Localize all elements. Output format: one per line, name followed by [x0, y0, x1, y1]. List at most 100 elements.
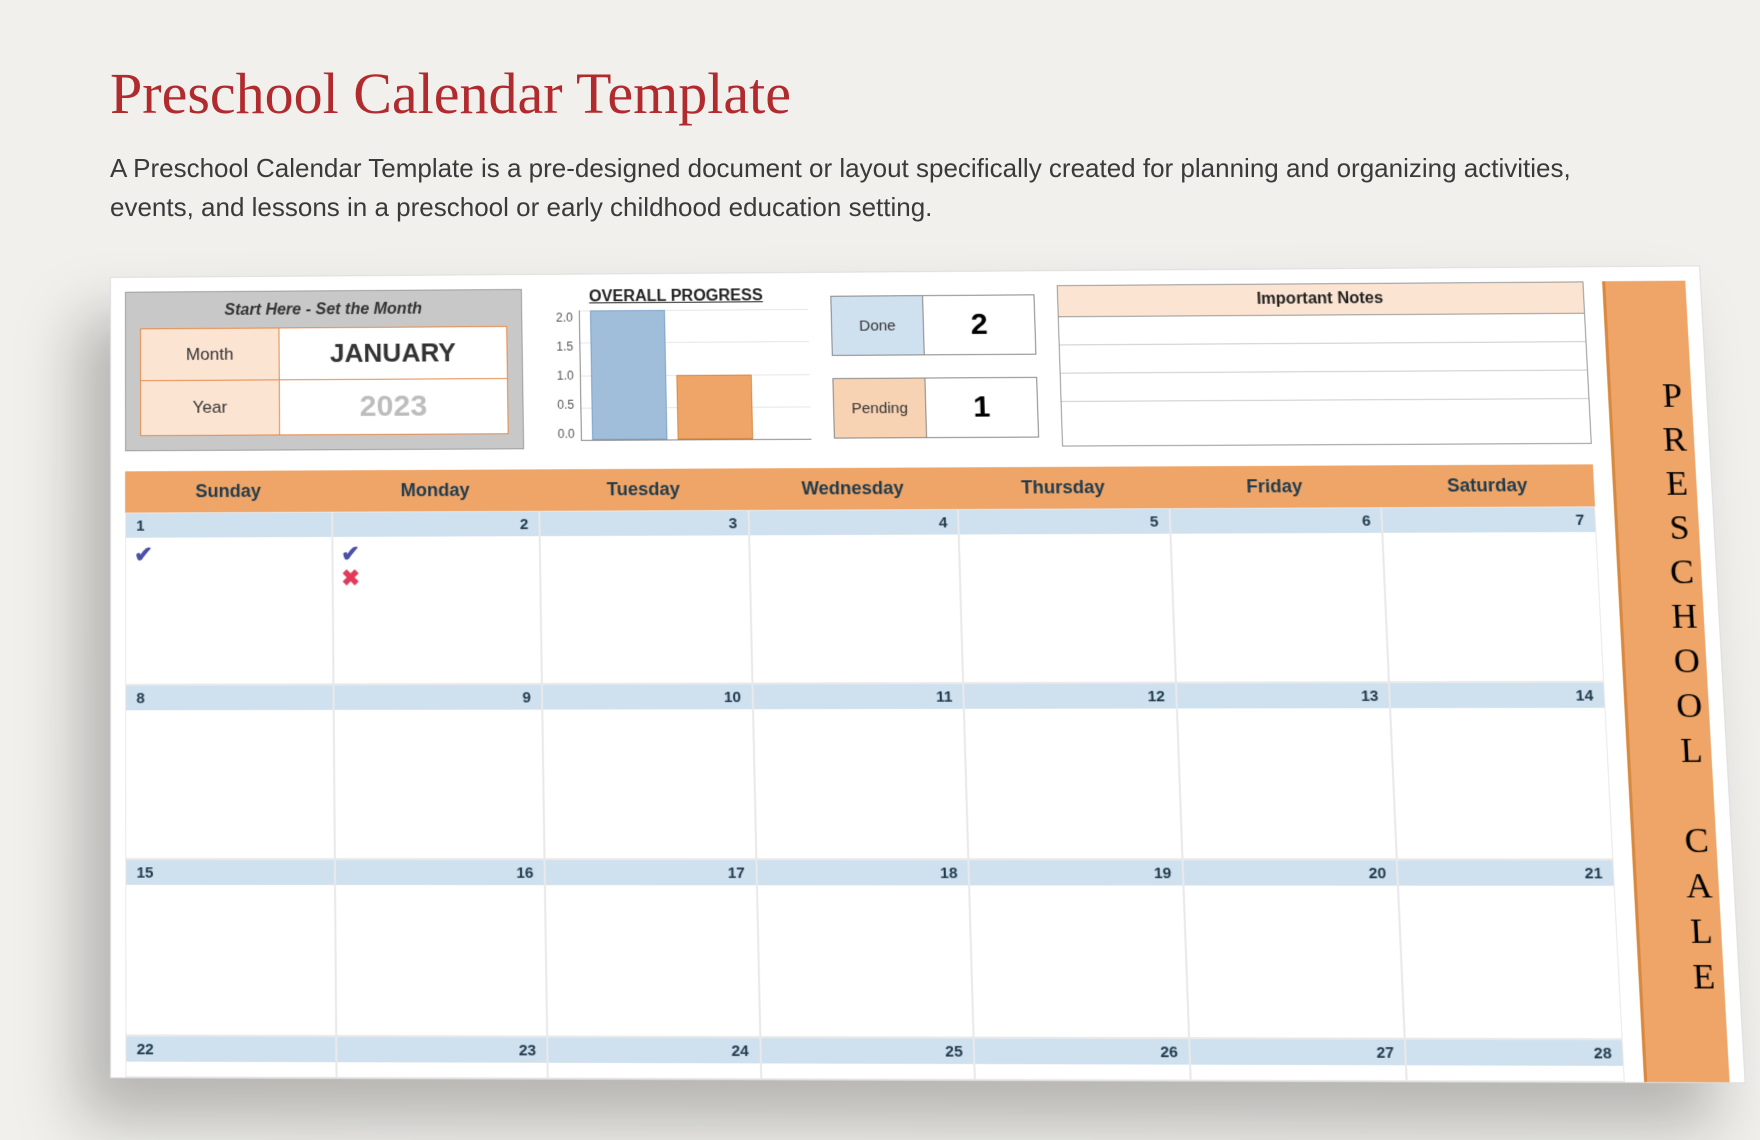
day-number: 26 — [975, 1039, 1189, 1065]
day-body — [336, 885, 545, 898]
day-number: 13 — [1177, 683, 1390, 708]
calendar-day[interactable]: 28 — [1405, 1039, 1625, 1082]
calendar-day[interactable]: 10 — [542, 684, 756, 860]
note-line[interactable] — [1062, 399, 1590, 430]
day-number: 17 — [546, 860, 756, 885]
year-value[interactable]: 2023 — [280, 379, 508, 434]
day-header-mon: Monday — [331, 469, 539, 511]
day-body — [1184, 885, 1398, 898]
note-line[interactable] — [1060, 342, 1587, 374]
day-header-sat: Saturday — [1380, 464, 1595, 507]
calendar-day[interactable]: 14 — [1389, 682, 1613, 860]
day-number: 5 — [959, 509, 1169, 534]
day-number: 4 — [749, 510, 958, 535]
day-body — [750, 535, 958, 548]
calendar-day[interactable]: 5 — [958, 508, 1176, 683]
stat-done-value: 2 — [923, 295, 1035, 354]
day-number: 20 — [1183, 860, 1397, 885]
stat-pending-label: Pending — [833, 379, 927, 438]
calendar-day[interactable]: 15 — [125, 859, 335, 1036]
progress-chart: OVERALL PROGRESS 2.0 1.5 1.0 0.5 0.0 — [544, 287, 812, 449]
stat-done: Done 2 — [830, 294, 1036, 356]
day-body — [1178, 708, 1390, 721]
calendar-day[interactable]: 6 — [1169, 507, 1389, 682]
day-number: 11 — [753, 684, 963, 709]
stat-done-label: Done — [831, 296, 924, 355]
day-number: 2 — [333, 512, 539, 537]
calendar-day[interactable]: 25 — [760, 1037, 975, 1080]
calendar-day[interactable]: 17 — [545, 859, 760, 1037]
day-number: 18 — [757, 860, 968, 885]
calendar-header: Sunday Monday Tuesday Wednesday Thursday… — [125, 464, 1595, 512]
calendar-day[interactable]: 13 — [1176, 682, 1397, 859]
calendar-day[interactable]: 3 — [539, 510, 752, 684]
month-label: Month — [141, 328, 280, 381]
calendar-day[interactable]: 24 — [547, 1037, 761, 1080]
calendar-day[interactable]: 7 — [1382, 506, 1604, 682]
day-body — [1392, 708, 1605, 721]
day-number: 19 — [970, 860, 1183, 885]
calendar-day[interactable]: 23 — [336, 1036, 548, 1079]
day-number: 24 — [548, 1038, 759, 1064]
day-body — [1399, 886, 1614, 899]
calendar-week: 891011121314 — [125, 682, 1613, 860]
day-body — [546, 885, 756, 898]
stat-pending-value: 1 — [925, 378, 1038, 437]
stat-pending: Pending 1 — [832, 377, 1039, 439]
calendar-day[interactable]: 21 — [1397, 859, 1622, 1039]
day-number: 10 — [543, 685, 752, 710]
day-number: 23 — [337, 1037, 547, 1063]
calendar-day[interactable]: 16 — [334, 859, 547, 1036]
day-header-tue: Tuesday — [539, 468, 748, 510]
calendar-week: 1✔2✔✖34567 — [125, 506, 1604, 684]
notes-heading: Important Notes — [1058, 282, 1584, 317]
day-number: 21 — [1398, 860, 1613, 885]
page-title: Preschool Calendar Template — [110, 60, 1650, 127]
calendar-day[interactable]: 12 — [963, 683, 1182, 860]
day-number: 7 — [1383, 507, 1596, 532]
calendar-day[interactable]: 19 — [969, 859, 1189, 1038]
day-number: 6 — [1170, 508, 1381, 533]
chart-bar-done — [590, 310, 668, 440]
day-number: 25 — [761, 1038, 974, 1064]
calendar-day[interactable]: 8 — [125, 684, 334, 859]
check-icon: ✔ — [134, 543, 323, 566]
day-header-thu: Thursday — [957, 466, 1169, 509]
year-label: Year — [141, 380, 280, 435]
calendar-day[interactable]: 2✔✖ — [332, 511, 542, 685]
day-header-sun: Sunday — [125, 470, 332, 512]
day-header-wed: Wednesday — [747, 467, 958, 510]
check-icon: ✔ — [341, 542, 531, 565]
day-number: 1 — [126, 513, 331, 538]
month-hint: Start Here - Set the Month — [126, 290, 521, 329]
calendar-day[interactable]: 18 — [756, 859, 974, 1037]
calendar-body: 1✔2✔✖34567891011121314151617181920212223… — [125, 506, 1625, 1082]
day-body — [965, 709, 1176, 722]
day-number: 12 — [964, 684, 1175, 709]
calendar-day[interactable]: 4 — [748, 509, 963, 683]
template-preview: Start Here - Set the Month Month JANUARY… — [110, 266, 1724, 1084]
page-description: A Preschool Calendar Template is a pre-d… — [110, 149, 1590, 227]
calendar-day[interactable]: 9 — [333, 684, 545, 859]
month-value[interactable]: JANUARY — [279, 327, 507, 380]
day-body — [543, 709, 752, 722]
day-body — [1384, 532, 1596, 545]
cross-icon: ✖ — [341, 567, 531, 590]
day-body — [126, 885, 333, 898]
calendar-day[interactable]: 20 — [1182, 859, 1405, 1038]
side-banner-title: PRESCHOOL CALE — [1602, 281, 1730, 1083]
day-body: ✔✖ — [333, 536, 540, 596]
note-line[interactable] — [1061, 371, 1589, 402]
calendar-day[interactable]: 27 — [1189, 1038, 1407, 1081]
calendar-day[interactable]: 1✔ — [125, 512, 333, 685]
note-line[interactable] — [1059, 314, 1586, 346]
calendar-week: 22232425262728 — [125, 1035, 1624, 1081]
day-body — [334, 710, 541, 723]
calendar-day[interactable]: 11 — [752, 683, 968, 859]
stats-panel: Done 2 Pending 1 — [830, 285, 1039, 447]
day-body — [126, 710, 332, 723]
day-number: 22 — [126, 1037, 335, 1063]
calendar-day[interactable]: 26 — [974, 1038, 1191, 1081]
calendar-day[interactable]: 22 — [125, 1035, 336, 1077]
day-number: 15 — [126, 860, 333, 885]
